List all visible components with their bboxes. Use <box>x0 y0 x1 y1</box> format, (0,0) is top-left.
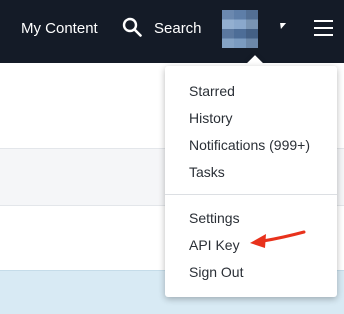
menu-item-sign-out[interactable]: Sign Out <box>189 260 243 284</box>
hamburger-menu-icon[interactable] <box>314 20 333 36</box>
menu-item-api-key[interactable]: API Key <box>189 233 240 257</box>
annotation-arrow-icon <box>250 230 306 248</box>
menu-item-history[interactable]: History <box>189 106 233 130</box>
chevron-down-icon[interactable] <box>277 23 287 29</box>
menu-divider <box>165 194 337 195</box>
menu-item-notifications[interactable]: Notifications (999+) <box>189 133 310 157</box>
top-navigation-bar: My Content Search <box>0 0 344 63</box>
my-content-link[interactable]: My Content <box>21 0 98 63</box>
search-icon[interactable] <box>122 17 142 37</box>
menu-item-settings[interactable]: Settings <box>189 206 240 230</box>
menu-item-starred[interactable]: Starred <box>189 79 235 103</box>
menu-item-tasks[interactable]: Tasks <box>189 160 225 184</box>
search-link[interactable]: Search <box>154 0 202 63</box>
user-dropdown-menu: Starred History Notifications (999+) Tas… <box>165 66 337 297</box>
user-avatar[interactable] <box>222 10 258 48</box>
